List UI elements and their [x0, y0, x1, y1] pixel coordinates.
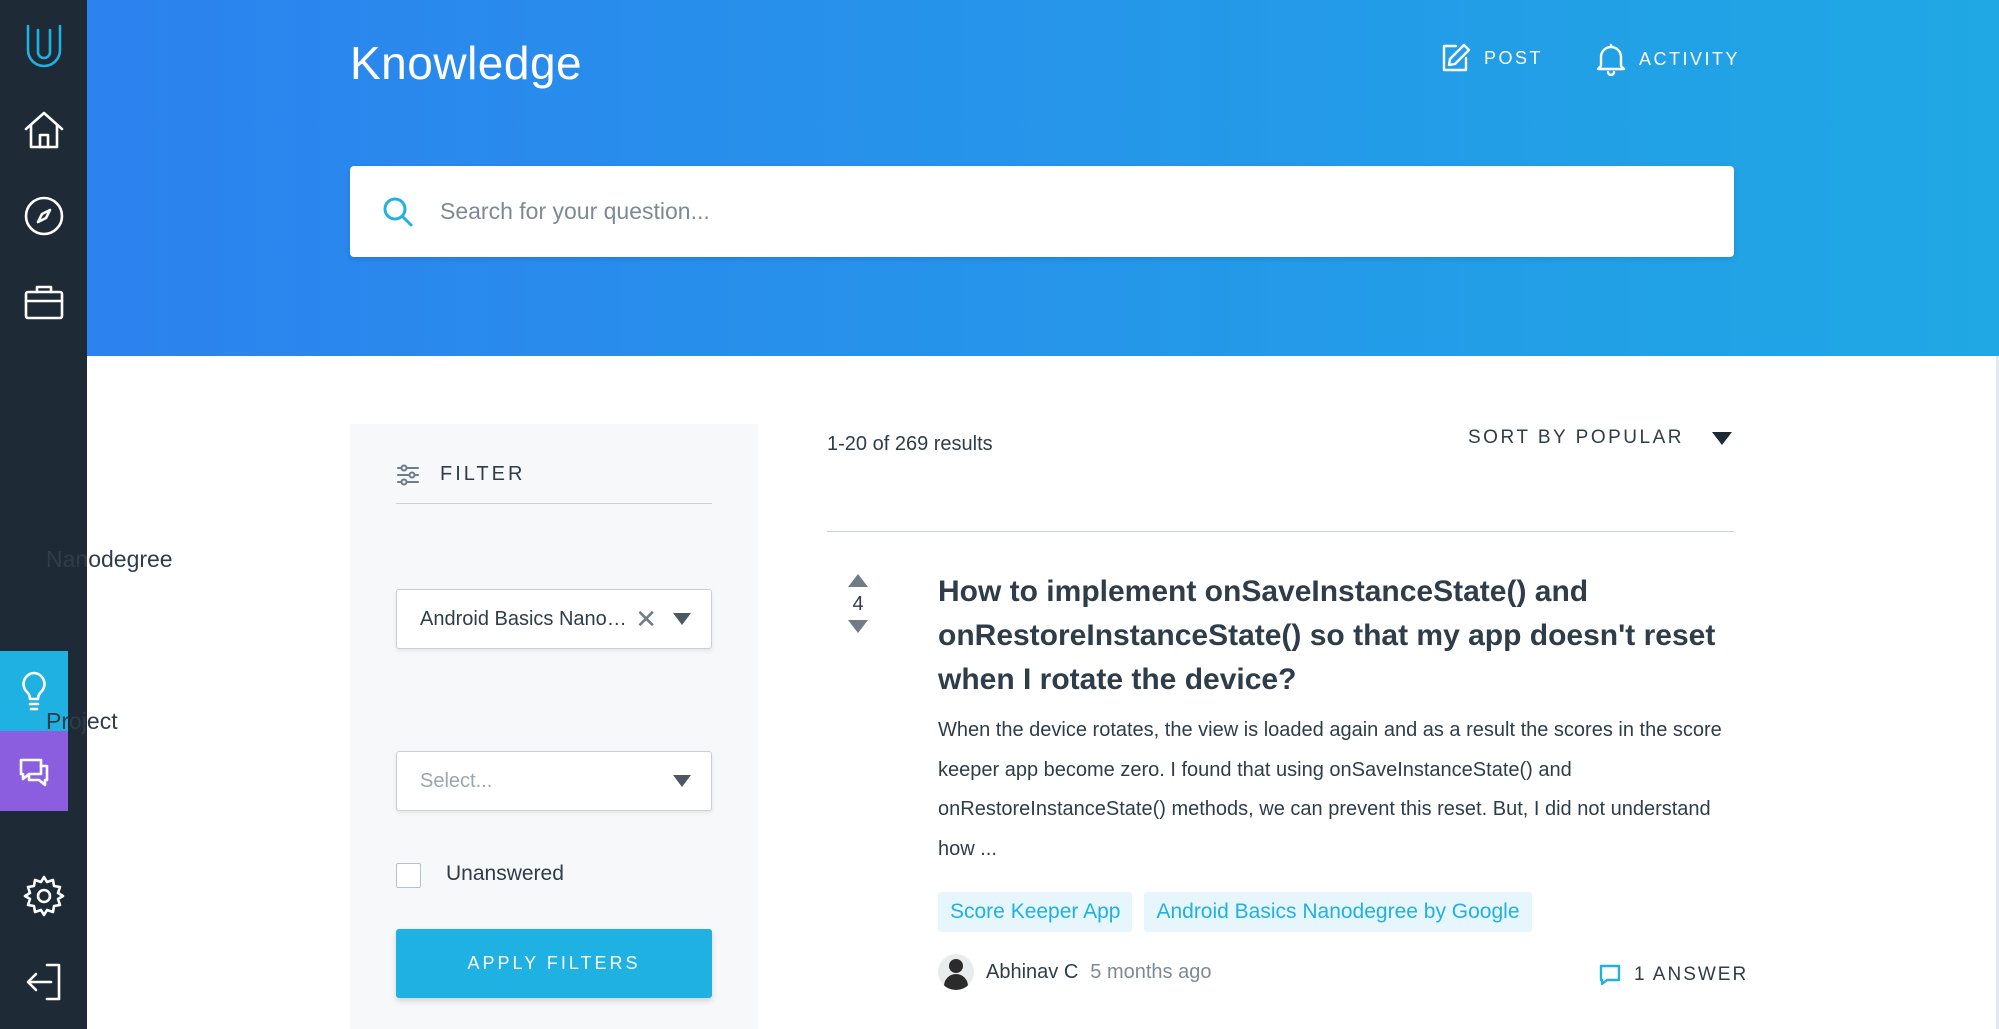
sort-dropdown[interactable]: SORT BY POPULAR: [1468, 427, 1732, 449]
avatar[interactable]: [938, 954, 974, 990]
search-bar: [350, 166, 1734, 257]
activity-button[interactable]: ACTIVITY: [1595, 42, 1740, 76]
apply-filters-button[interactable]: APPLY FILTERS: [396, 929, 712, 998]
chat-icon[interactable]: [0, 731, 68, 811]
caret-down-icon: [1711, 431, 1732, 445]
filter-heading: FILTER: [396, 454, 712, 504]
tag-score-keeper-app[interactable]: Score Keeper App: [938, 892, 1133, 932]
search-icon: [383, 197, 413, 226]
post-button[interactable]: POST: [1440, 42, 1543, 74]
vote-count: 4: [852, 593, 864, 615]
home-icon[interactable]: [0, 100, 87, 160]
logout-icon[interactable]: [0, 952, 87, 1012]
page-title: Knowledge: [350, 37, 583, 89]
question-excerpt: When the device rotates, the view is loa…: [938, 719, 1722, 860]
result-count: 1-20 of 269 results: [827, 433, 993, 455]
downvote-icon[interactable]: [848, 620, 868, 633]
answers-count: 1 ANSWER: [1634, 964, 1749, 985]
tag-android-basics[interactable]: Android Basics Nanodegree by Google: [1144, 892, 1532, 932]
project-label: Project: [46, 708, 118, 734]
gear-icon[interactable]: [0, 866, 87, 926]
upvote-icon[interactable]: [848, 574, 868, 587]
unanswered-checkbox[interactable]: [396, 863, 421, 888]
comment-icon: [1599, 964, 1621, 986]
edit-icon: [1442, 43, 1471, 72]
divider: [827, 531, 1734, 532]
nanodegree-label: Nanodegree: [46, 546, 173, 572]
project-select[interactable]: Select...: [396, 751, 712, 811]
chevron-down-icon[interactable]: [673, 613, 691, 625]
clear-icon[interactable]: ✕: [635, 606, 657, 632]
briefcase-icon[interactable]: [0, 272, 87, 332]
post-label: POST: [1484, 47, 1544, 68]
nanodegree-select[interactable]: Android Basics Nanodegree by Google ✕: [396, 589, 712, 649]
author-name[interactable]: Abhinav C: [986, 961, 1078, 984]
project-placeholder: Select...: [420, 769, 493, 792]
question-title[interactable]: How to implement onSaveInstanceState() a…: [938, 570, 1728, 702]
sliders-icon: [397, 464, 419, 485]
nanodegree-selected-value: Android Basics Nanodegree by Google: [420, 607, 632, 630]
filter-heading-label: FILTER: [440, 463, 526, 485]
search-input[interactable]: [440, 198, 1640, 225]
author-info: Abhinav C 5 months ago: [938, 954, 1211, 990]
left-nav-rail: [0, 0, 87, 1029]
activity-label: ACTIVITY: [1639, 48, 1741, 69]
vote-widget: 4: [847, 574, 869, 633]
unanswered-label[interactable]: Unanswered: [446, 862, 564, 886]
compass-icon[interactable]: [0, 186, 87, 246]
udacity-logo-icon[interactable]: [0, 10, 87, 80]
sort-label: SORT BY POPULAR: [1468, 427, 1684, 448]
chevron-down-icon[interactable]: [673, 775, 691, 787]
answers-link[interactable]: 1 ANSWER: [1598, 963, 1748, 987]
tag-list: Score Keeper App Android Basics Nanodegr…: [938, 892, 1532, 932]
bell-icon: [1596, 43, 1626, 76]
post-time: 5 months ago: [1090, 960, 1212, 983]
